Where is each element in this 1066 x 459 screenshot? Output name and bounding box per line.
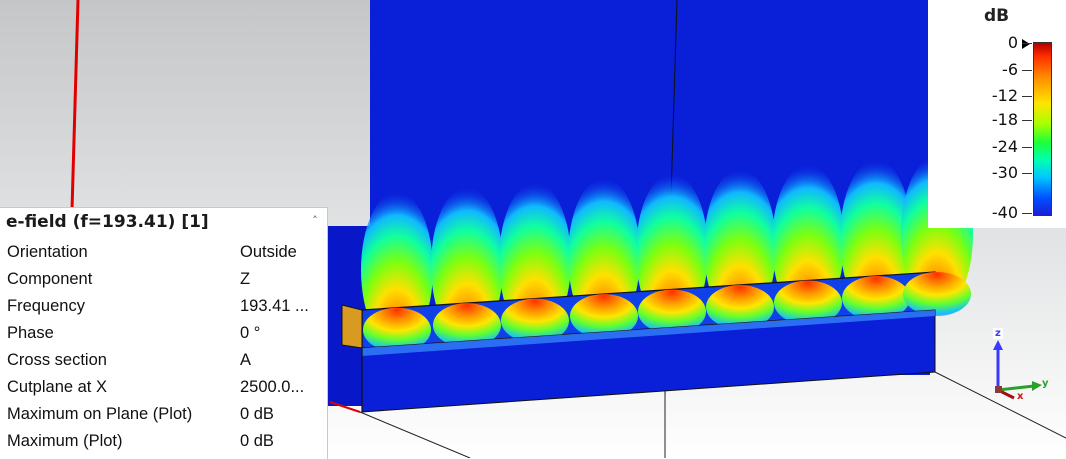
left-end-cap [341, 304, 363, 349]
property-row[interactable]: Maximum (Plot) 0 dB [0, 429, 327, 456]
property-row[interactable]: Cutplane at X 2500.0... [0, 375, 327, 402]
colorbar-tick-label: -12 [991, 86, 1018, 105]
property-name: Phase [7, 324, 54, 342]
triad-origin [995, 386, 1002, 393]
colorbar-tick-mark [1022, 147, 1032, 148]
property-row[interactable]: Phase 0 ° [0, 321, 327, 348]
panel-title: e-field (f=193.41) [1] [6, 212, 209, 232]
property-name: Cutplane at X [7, 378, 107, 396]
property-value: 0 ° [240, 324, 261, 342]
colorbar-tick-label: -6 [1002, 60, 1018, 79]
colorbar-tick-label: -40 [991, 203, 1018, 222]
x-axis-label: x [1017, 391, 1024, 402]
property-value: 2500.0... [240, 378, 305, 396]
colorbar-tick-mark [1022, 213, 1032, 214]
y-axis-arrow-icon [1032, 381, 1042, 391]
colorbar-tick-label: -30 [991, 163, 1018, 182]
colorbar-tick-mark [1022, 96, 1032, 97]
colorbar-tick-label: 0 [1007, 33, 1018, 52]
waveguide-field-lobe [903, 271, 971, 316]
property-name: Orientation [7, 243, 88, 261]
property-value: 0 dB [240, 432, 274, 450]
y-axis-line [997, 384, 1035, 392]
property-row[interactable]: Orientation Outside [0, 240, 327, 267]
z-axis-label: z [993, 328, 1003, 339]
property-value: 193.41 ... [240, 297, 309, 315]
panel-header[interactable]: e-field (f=193.41) [1] ˄ [0, 208, 327, 238]
property-name: Component [7, 270, 93, 288]
y-axis-label: y [1042, 378, 1049, 389]
property-row[interactable]: Maximum on Plane (Plot) 0 dB [0, 402, 327, 429]
colorbar-tick-mark [1022, 173, 1032, 174]
property-value: Outside [240, 243, 297, 261]
property-name: Frequency [7, 297, 85, 315]
property-name: Cross section [7, 351, 107, 369]
property-value: A [240, 351, 252, 369]
property-row[interactable]: Frequency 193.41 ... [0, 294, 327, 321]
axes-triad: z y x [986, 328, 1056, 408]
colorbar-gradient [1033, 42, 1052, 216]
chevron-up-icon[interactable]: ˄ [308, 214, 322, 228]
property-value: Z [240, 270, 251, 288]
z-axis-arrow-icon [993, 340, 1003, 350]
colorbar-tick-mark [1022, 43, 1032, 44]
property-name: Maximum (Plot) [7, 432, 123, 450]
colorbar-tick-mark [1022, 120, 1032, 121]
colorbar-tick-mark [1022, 70, 1032, 71]
colorbar-unit: dB [984, 6, 1010, 26]
properties-panel: e-field (f=193.41) [1] ˄ Orientation Outs… [0, 207, 328, 459]
colorbar-tick-label: -18 [991, 110, 1018, 129]
colorbar-pointer-icon [1022, 39, 1030, 49]
property-value: 0 dB [240, 405, 274, 423]
colorbar-tick-label: -24 [991, 137, 1018, 156]
property-row[interactable]: Component Z [0, 267, 327, 294]
property-row[interactable]: Cross section A [0, 348, 327, 375]
property-name: Maximum on Plane (Plot) [7, 405, 193, 423]
